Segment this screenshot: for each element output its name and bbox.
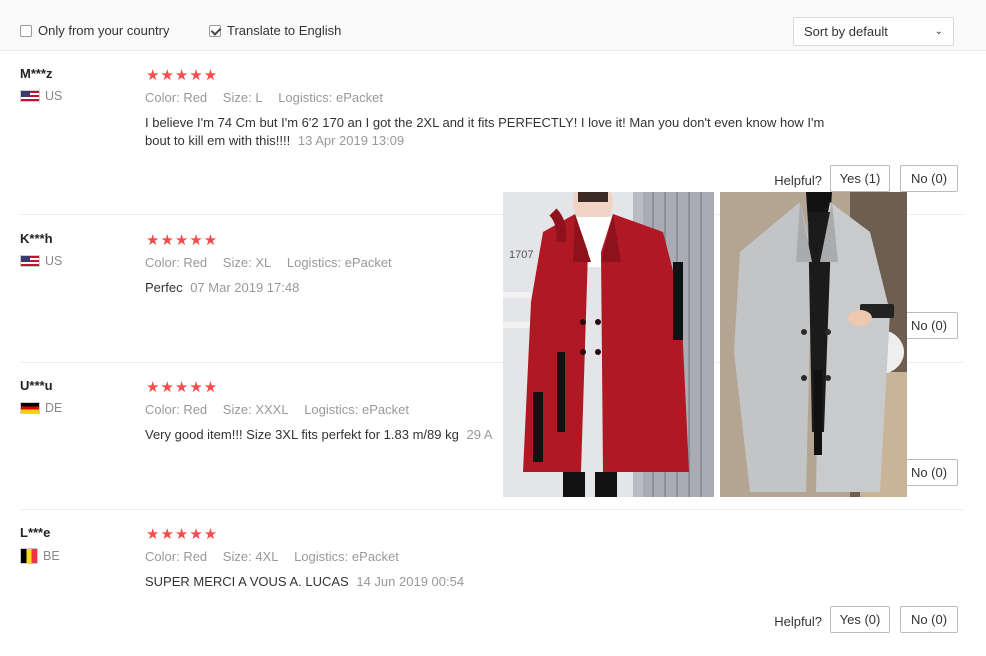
sign-text: 1707	[509, 249, 533, 261]
only-from-country-checkbox[interactable]: Only from your country	[20, 23, 170, 38]
color-label: Color:	[145, 402, 180, 417]
review-meta: Color: Red Size: 4XL Logistics: ePacket	[145, 549, 399, 564]
review-date: 14 Jun 2019 00:54	[356, 574, 465, 589]
logistics-value: ePacket	[351, 549, 399, 564]
color-value: Red	[183, 90, 208, 105]
reviewer-country: DE	[20, 401, 62, 415]
reviewer-country: US	[20, 254, 62, 268]
helpful-label: Helpful?	[774, 173, 822, 188]
logistics-value: ePacket	[344, 255, 392, 270]
country-code: BE	[43, 549, 60, 563]
logistics-label: Logistics:	[294, 549, 349, 564]
red-coat-photo[interactable]: 1707	[503, 192, 714, 497]
logistics-label: Logistics:	[278, 90, 333, 105]
logistics-label: Logistics:	[286, 255, 342, 270]
size-value: XXXL	[255, 402, 289, 417]
red-coat-illustration: 1707	[503, 192, 714, 497]
color-label: Color:	[145, 90, 180, 105]
star-rating: ★★★★★	[146, 526, 219, 543]
checkbox-box[interactable]	[20, 24, 32, 37]
helpful-no-button[interactable]: No (0)	[900, 606, 958, 633]
helpful-no-button[interactable]: No (0)	[900, 459, 958, 486]
reviewer-name: M***z	[20, 66, 53, 81]
reviewer-name: L***e	[20, 525, 51, 540]
helpful-label: Helpful?	[774, 614, 822, 629]
review-date: 07 Mar 2019 17:48	[190, 280, 300, 295]
chevron-down-icon: ⌄	[934, 26, 943, 37]
helpful-yes-button[interactable]: Yes (1)	[830, 165, 890, 192]
review-item: L***e BE ★★★★★ Color: Red Size: 4XL Logi…	[20, 525, 964, 656]
star-rating: ★★★★★	[146, 67, 219, 84]
sort-value: Sort by default	[804, 24, 888, 39]
color-value: Red	[183, 402, 208, 417]
review-text: Perfec	[145, 280, 183, 295]
size-value: L	[255, 90, 263, 105]
review-text: I believe I'm 74 Cm but I'm 6'2 170 an I…	[145, 115, 825, 148]
reviewer-country: BE	[20, 548, 60, 564]
review-text-block: SUPER MERCI A VOUS A. LUCAS 14 Jun 2019 …	[145, 573, 845, 591]
size-value: 4XL	[255, 549, 279, 564]
helpful-yes-button[interactable]: Yes (0)	[830, 606, 890, 633]
color-label: Color:	[145, 549, 180, 564]
logistics-value: ePacket	[336, 90, 383, 105]
us-flag-icon	[20, 255, 40, 267]
us-flag-icon	[20, 90, 40, 102]
review-date: 13 Apr 2019 13:09	[297, 133, 405, 148]
helpful-no-button[interactable]: No (0)	[900, 312, 958, 339]
size-label: Size:	[222, 90, 252, 105]
translate-label: Translate to English	[227, 23, 342, 38]
de-flag-icon	[20, 402, 40, 414]
reviewer-name: U***u	[20, 378, 53, 393]
country-code: DE	[45, 401, 63, 415]
reviewer-name: K***h	[20, 231, 53, 246]
sort-select[interactable]: Sort by default ⌄	[793, 17, 954, 46]
grey-coat-illustration	[720, 192, 907, 497]
review-meta: Color: Red Size: XXXL Logistics: ePacket	[145, 402, 409, 417]
star-rating: ★★★★★	[146, 232, 219, 249]
filter-bar: Only from your country Translate to Engl…	[0, 0, 986, 51]
color-label: Color:	[145, 255, 180, 270]
logistics-label: Logistics:	[304, 402, 359, 417]
logistics-value: ePacket	[362, 402, 410, 417]
grey-coat-photo[interactable]	[720, 192, 907, 497]
review-photo-preview[interactable]: 1707	[503, 192, 907, 497]
country-code: US	[45, 89, 63, 103]
helpful-no-button[interactable]: No (0)	[900, 165, 958, 192]
color-value: Red	[183, 255, 208, 270]
size-value: XL	[255, 255, 272, 270]
review-date: 29 A	[466, 427, 493, 442]
be-flag-icon	[20, 548, 38, 564]
only-from-country-label: Only from your country	[38, 23, 170, 38]
size-label: Size:	[222, 255, 252, 270]
review-text: Very good item!!! Size 3XL fits perfekt …	[145, 427, 459, 442]
country-code: US	[45, 254, 63, 268]
reviewer-country: US	[20, 89, 62, 103]
size-label: Size:	[222, 402, 252, 417]
review-meta: Color: Red Size: L Logistics: ePacket	[145, 90, 383, 105]
star-rating: ★★★★★	[146, 379, 219, 396]
checkbox-box-checked[interactable]	[209, 24, 221, 37]
color-value: Red	[183, 549, 208, 564]
review-text-block: I believe I'm 74 Cm but I'm 6'2 170 an I…	[145, 114, 845, 150]
review-meta: Color: Red Size: XL Logistics: ePacket	[145, 255, 392, 270]
size-label: Size:	[222, 549, 252, 564]
review-text: SUPER MERCI A VOUS A. LUCAS	[145, 574, 349, 589]
translate-checkbox[interactable]: Translate to English	[209, 23, 341, 38]
